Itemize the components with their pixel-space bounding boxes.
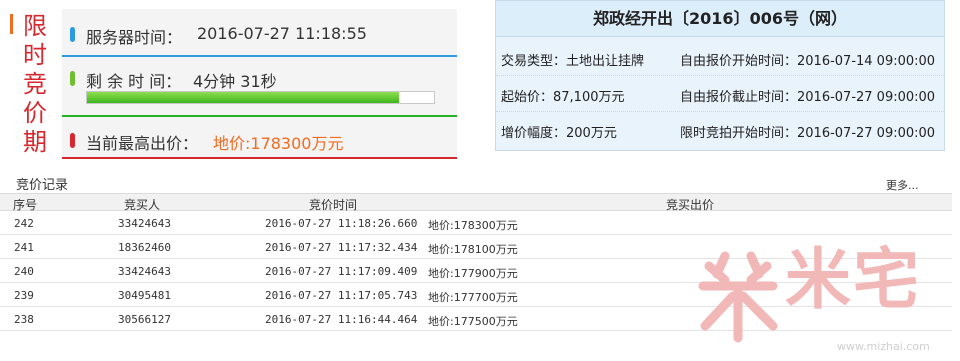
highest-bid-value: 地价:178300万元 — [213, 134, 344, 153]
lot-info-row: 交易类型：土地出让挂牌 自由报价开始时间：2016-07-14 09:00:00 — [496, 41, 944, 76]
limited-bid-start-time: 限时竞拍开始时间：2016-07-27 09:00:00 — [680, 126, 936, 141]
remaining-time-label: 剩 余 时 间： — [86, 72, 182, 91]
watermark-brand: 米宅 — [785, 241, 921, 318]
row-bid-time: 2016-07-27 11:16:44.464 — [265, 313, 418, 326]
phase-label: 限时竞价期 — [23, 12, 47, 156]
remaining-time-row: 剩 余 时 间： 4分钟 31秒 — [62, 59, 457, 117]
row-bid-price: 地价:177500万元 — [428, 315, 518, 328]
lot-title: 郑政经开出〔2016〕006号（网） — [496, 1, 944, 37]
lot-info-panel: 郑政经开出〔2016〕006号（网） 交易类型：土地出让挂牌 自由报价开始时间：… — [495, 0, 945, 151]
remaining-time-indicator-icon — [70, 71, 75, 86]
row-seq: 242 — [14, 217, 34, 230]
row-bid-price: 地价:178100万元 — [428, 243, 518, 256]
lot-info-row: 起始价：87,100万元 自由报价截止时间：2016-07-27 09:00:0… — [496, 77, 944, 112]
row-bidder: 33424643 — [118, 265, 171, 278]
free-bid-end-time: 自由报价截止时间：2016-07-27 09:00:00 — [680, 90, 936, 105]
mizhai-logo-icon — [698, 251, 778, 343]
site-watermark: 米宅 www.mizhai.com — [695, 241, 955, 356]
server-time-row: 服务器时间： 2016-07-27 11:18:55 — [62, 9, 457, 57]
free-bid-start-time: 自由报价开始时间：2016-07-14 09:00:00 — [680, 54, 936, 69]
row-bidder: 33424643 — [118, 217, 171, 230]
row-bidder: 30566127 — [118, 313, 171, 326]
row-bid-time: 2016-07-27 11:18:26.660 — [265, 217, 418, 230]
header-bidder: 竞买人 — [124, 198, 161, 212]
server-time-label: 服务器时间： — [86, 28, 183, 47]
start-price: 起始价：87,100万元 — [501, 90, 625, 105]
auction-status-panel: 服务器时间： 2016-07-27 11:18:55 剩 余 时 间： 4分钟 … — [62, 9, 457, 159]
phase-label-block: 限时竞价期 — [8, 8, 52, 158]
trade-type: 交易类型：土地出让挂牌 — [501, 54, 645, 69]
row-seq: 238 — [14, 313, 34, 326]
header-bid-time: 竞价时间 — [309, 198, 358, 212]
row-bid-price: 地价:177900万元 — [428, 267, 518, 280]
highest-bid-indicator-icon — [70, 133, 75, 148]
row-bid-time: 2016-07-27 11:17:09.409 — [265, 265, 418, 278]
row-bidder: 30495481 — [118, 289, 171, 302]
bid-records-header: 序号 竞买人 竞价时间 竞买出价 — [0, 193, 952, 212]
bid-records-title: 竞价记录 — [16, 178, 69, 193]
remaining-time-progress-fill — [87, 92, 400, 103]
row-bid-price: 地价:178300万元 — [428, 219, 518, 232]
watermark-url: www.mizhai.com — [837, 340, 930, 353]
table-row: 242 33424643 2016-07-27 11:18:26.660 地价:… — [0, 212, 952, 235]
header-seq: 序号 — [13, 198, 38, 212]
row-seq: 241 — [14, 241, 34, 254]
row-bidder: 18362460 — [118, 241, 171, 254]
remaining-time-value: 4分钟 31秒 — [193, 72, 277, 91]
server-time-value: 2016-07-27 11:18:55 — [197, 24, 367, 43]
row-bid-price: 地价:177700万元 — [428, 291, 518, 304]
highest-bid-label: 当前最高出价： — [86, 134, 199, 153]
row-seq: 239 — [14, 289, 34, 302]
row-bid-time: 2016-07-27 11:17:32.434 — [265, 241, 418, 254]
phase-accent-bar — [10, 14, 13, 34]
more-records-link[interactable]: 更多... — [886, 177, 919, 193]
row-bid-time: 2016-07-27 11:17:05.743 — [265, 289, 418, 302]
lot-info-row: 增价幅度：200万元 限时竞拍开始时间：2016-07-27 09:00:00 — [496, 113, 944, 148]
row-seq: 240 — [14, 265, 34, 278]
highest-bid-row: 当前最高出价： 地价:178300万元 — [62, 119, 457, 159]
remaining-time-progress-bar — [86, 91, 435, 104]
bid-increment: 增价幅度：200万元 — [501, 126, 617, 141]
header-bid-price: 竞买出价 — [666, 198, 715, 212]
server-time-indicator-icon — [70, 27, 75, 42]
